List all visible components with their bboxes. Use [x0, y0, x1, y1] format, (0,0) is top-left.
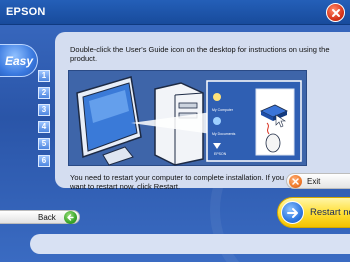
title-bar: EPSON	[0, 0, 350, 25]
close-button[interactable]	[326, 3, 345, 22]
folder-icon	[213, 93, 221, 101]
illustration: My Computer My Documents EPSON	[68, 70, 307, 166]
back-label: Back	[38, 213, 56, 222]
restart-now-button[interactable]: Restart now	[277, 197, 350, 228]
desktop-icon-label: My Documents	[212, 132, 236, 136]
monitor-icon	[76, 76, 142, 166]
arrow-right-icon	[281, 201, 304, 224]
instructions-text: Double-click the User's Guide icon on th…	[70, 45, 330, 63]
exit-icon	[289, 175, 302, 188]
desktop-icon-label: My Computer	[212, 108, 234, 112]
exit-button[interactable]: Exit	[286, 173, 350, 189]
easy-mode-label: Easy	[5, 54, 34, 68]
status-bar	[30, 234, 350, 254]
desktop-preview: My Computer My Documents EPSON	[206, 80, 302, 162]
step-6: 6	[38, 155, 50, 167]
computer-illustration: My Computer My Documents EPSON	[76, 76, 302, 166]
exit-label: Exit	[307, 177, 321, 186]
restart-note: You need to restart your computer to com…	[70, 173, 285, 191]
step-4: 4	[38, 121, 50, 133]
step-list: 1 2 3 4 5 6	[38, 70, 52, 172]
restart-now-label: Restart now	[310, 207, 350, 218]
computer-icon	[213, 117, 221, 125]
arrow-left-icon	[64, 211, 77, 224]
step-2: 2	[38, 87, 50, 99]
close-icon	[332, 9, 340, 17]
step-3: 3	[38, 104, 50, 116]
step-5: 5	[38, 138, 50, 150]
back-button[interactable]: Back	[0, 210, 80, 224]
easy-mode-tab: Easy	[0, 44, 38, 77]
brand-logo: EPSON	[6, 6, 46, 18]
desktop-icon-label: EPSON	[214, 152, 227, 156]
step-1: 1	[38, 70, 50, 82]
